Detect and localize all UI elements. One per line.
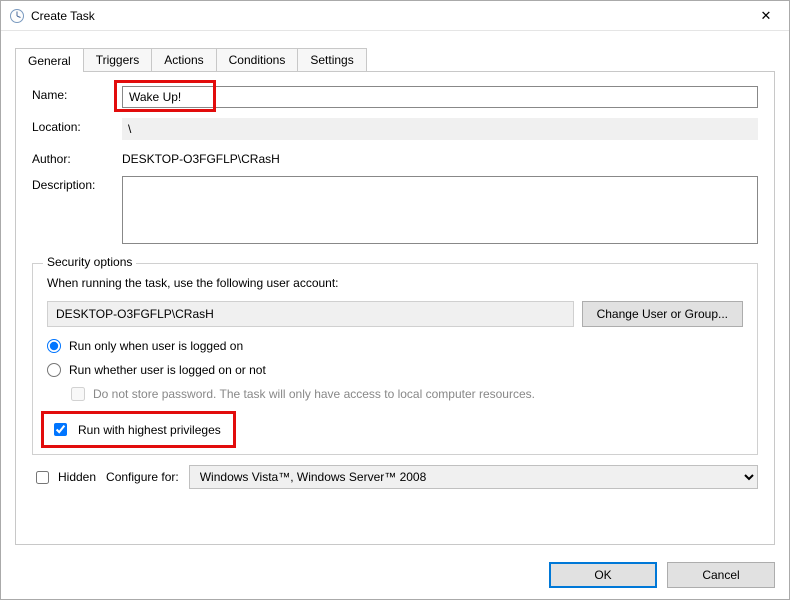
tab-conditions[interactable]: Conditions xyxy=(217,48,299,71)
radio-run-whether-label: Run whether user is logged on or not xyxy=(69,363,266,377)
tab-triggers[interactable]: Triggers xyxy=(84,48,153,71)
radio-run-logged-on-label: Run only when user is logged on xyxy=(69,339,243,353)
tab-strip: General Triggers Actions Conditions Sett… xyxy=(15,45,775,71)
clock-icon xyxy=(9,8,25,24)
tab-settings[interactable]: Settings xyxy=(298,48,366,71)
cancel-button[interactable]: Cancel xyxy=(667,562,775,588)
description-label: Description: xyxy=(32,176,122,192)
window-title: Create Task xyxy=(31,9,95,23)
description-input[interactable] xyxy=(122,176,758,244)
checkbox-hidden-label: Hidden xyxy=(58,470,96,484)
checkbox-highest-privileges-input[interactable] xyxy=(54,423,67,436)
tab-general[interactable]: General xyxy=(15,48,84,72)
security-legend: Security options xyxy=(43,255,136,269)
checkbox-do-not-store-label: Do not store password. The task will onl… xyxy=(93,387,535,401)
configure-for-select[interactable]: Windows Vista™, Windows Server™ 2008 xyxy=(189,465,758,489)
radio-run-whether[interactable]: Run whether user is logged on or not xyxy=(47,363,743,377)
checkbox-hidden[interactable]: Hidden xyxy=(32,468,96,487)
content-area: General Triggers Actions Conditions Sett… xyxy=(1,31,789,551)
name-input[interactable] xyxy=(122,86,758,108)
security-user-display: DESKTOP-O3FGFLP\CRasH xyxy=(47,301,574,327)
author-label: Author: xyxy=(32,150,122,166)
name-label: Name: xyxy=(32,86,122,102)
author-value: DESKTOP-O3FGFLP\CRasH xyxy=(122,150,758,166)
location-label: Location: xyxy=(32,118,122,134)
radio-run-whether-input[interactable] xyxy=(47,363,61,377)
tab-actions[interactable]: Actions xyxy=(152,48,216,71)
location-value: \ xyxy=(122,118,758,140)
close-button[interactable]: ✕ xyxy=(743,1,789,31)
titlebar: Create Task ✕ xyxy=(1,1,789,31)
configure-for-label: Configure for: xyxy=(106,470,179,484)
checkbox-highest-privileges[interactable]: Run with highest privileges xyxy=(41,411,236,448)
dialog-footer: OK Cancel xyxy=(1,551,789,599)
checkbox-highest-privileges-label: Run with highest privileges xyxy=(78,423,221,437)
radio-run-logged-on[interactable]: Run only when user is logged on xyxy=(47,339,743,353)
checkbox-do-not-store: Do not store password. The task will onl… xyxy=(71,387,743,401)
ok-button[interactable]: OK xyxy=(549,562,657,588)
close-icon: ✕ xyxy=(761,8,772,24)
tab-panel-general: Name: Location: \ Author: DESKTOP-O3FGFL… xyxy=(15,71,775,545)
checkbox-do-not-store-input xyxy=(71,387,85,401)
radio-run-logged-on-input[interactable] xyxy=(47,339,61,353)
checkbox-hidden-input[interactable] xyxy=(36,471,49,484)
security-prompt: When running the task, use the following… xyxy=(47,276,743,290)
security-options-group: Security options When running the task, … xyxy=(32,263,758,455)
change-user-button[interactable]: Change User or Group... xyxy=(582,301,743,327)
